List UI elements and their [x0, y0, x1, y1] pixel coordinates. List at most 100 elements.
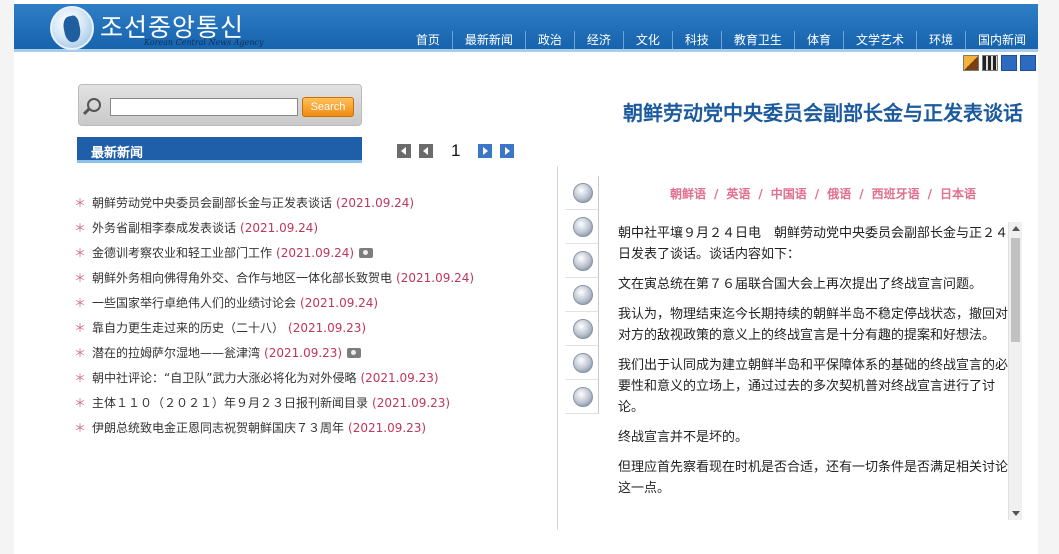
article-paragraph: 终战宣言并不是坏的。 — [618, 430, 749, 445]
news-title[interactable]: 靠自力更生走过来的历史（二十八） — [92, 319, 284, 336]
article-tools — [565, 176, 599, 414]
list-item: ＊靠自力更生走过来的历史（二十八） (2021.09.23) — [74, 319, 367, 336]
nav-literature-art[interactable]: 文学艺术 — [842, 31, 916, 49]
audio-icon — [573, 285, 593, 305]
news-title[interactable]: 朝鲜劳动党中央委员会副部长金与正发表谈话 — [92, 194, 332, 211]
list-item: ＊朝鲜劳动党中央委员会副部长金与正发表谈话 (2021.09.24) — [74, 194, 415, 211]
search-input[interactable] — [110, 98, 298, 116]
search-button[interactable]: Search — [302, 97, 354, 117]
news-title[interactable]: 金德训考察农业和轻工业部门工作 — [92, 244, 272, 261]
news-date: (2021.09.23) — [264, 345, 343, 360]
latest-news-heading: 最新新闻 — [77, 137, 362, 163]
lang-japanese[interactable]: 日本语 — [940, 187, 976, 201]
article-scrollbar[interactable] — [1008, 222, 1022, 520]
photo-icon — [573, 217, 593, 237]
news-date: (2021.09.24) — [300, 295, 379, 310]
list-item: ＊朝鲜外务相向佛得角外交、合作与地区一体化部长致贺电 (2021.09.24) — [74, 269, 475, 286]
user-icon — [573, 353, 593, 373]
next-page-button[interactable] — [478, 144, 493, 158]
nav-science[interactable]: 科技 — [671, 31, 721, 49]
first-page-button[interactable] — [397, 144, 411, 158]
list-item: ＊朝中社评论：“自卫队”武力大涨必将化为对外侵略 (2021.09.23) — [74, 369, 439, 386]
copy-icon — [573, 183, 593, 203]
movie-icon[interactable] — [982, 55, 998, 71]
article-paragraph: 但理应首先察看现在时机是否合适，还有一切条件是否满足相关讨论这一点。 — [618, 460, 1008, 496]
camera-tool[interactable] — [565, 244, 599, 278]
scroll-up-icon[interactable] — [1001, 55, 1017, 71]
scroll-down-icon[interactable] — [1020, 55, 1036, 71]
prev-page-button[interactable] — [419, 144, 433, 158]
current-page: 1 — [451, 141, 461, 160]
camera-icon — [573, 251, 593, 271]
lang-english[interactable]: 英语 — [726, 187, 750, 201]
main-nav: 首页 最新新闻 政治 经济 文化 科技 教育卫生 体育 文学艺术 环境 国内新闻 — [404, 28, 1038, 52]
news-list: ＊朝鲜劳动党中央委员会副部长金与正发表谈话 (2021.09.24) ＊外务省副相… — [74, 190, 554, 440]
list-item: ＊外务省副相李泰成发表谈话 (2021.09.24) — [74, 219, 319, 236]
article-paragraph: 我认为，物理结束迄今长期持续的朝鲜半岛不稳定停战状态，撤回对对方的敌视政策的意义… — [618, 307, 1008, 343]
news-date: (2021.09.24) — [276, 245, 355, 260]
column-divider — [557, 166, 558, 530]
photo-tool[interactable] — [565, 210, 599, 244]
list-item: ＊主体１１０（２０２１）年９月２３日报刊新闻目录 (2021.09.23) — [74, 394, 451, 411]
lang-russian[interactable]: 俄语 — [827, 187, 851, 201]
news-date: (2021.09.23) — [360, 370, 439, 385]
top-icon-bar — [963, 55, 1036, 71]
user-tool[interactable] — [565, 346, 599, 380]
news-title[interactable]: 朝鲜外务相向佛得角外交、合作与地区一体化部长致贺电 — [92, 269, 392, 286]
person-icon — [573, 319, 593, 339]
camera-icon — [347, 347, 362, 358]
nav-latest-news[interactable]: 最新新闻 — [451, 31, 525, 49]
search-box: Search — [78, 84, 362, 126]
news-date: (2021.09.23) — [372, 395, 451, 410]
nav-politics[interactable]: 政治 — [524, 31, 574, 49]
nav-sports[interactable]: 体育 — [793, 31, 843, 49]
news-title[interactable]: 伊朗总统致电金正恩同志祝贺朝鲜国庆７３周年 — [92, 419, 344, 436]
hand-icon — [573, 387, 593, 407]
person-tool[interactable] — [565, 312, 599, 346]
nav-economy[interactable]: 经济 — [573, 31, 623, 49]
news-title[interactable]: 外务省副相李泰成发表谈话 — [92, 219, 236, 236]
scroll-down-arrow-icon[interactable] — [1012, 511, 1020, 516]
latest-news-heading-label: 最新新闻 — [91, 146, 144, 161]
news-date: (2021.09.24) — [396, 270, 475, 285]
article-title: 朝鲜劳动党中央委员会副部长金与正发表谈话 — [623, 101, 1023, 125]
news-title[interactable]: 朝中社评论：“自卫队”武力大涨必将化为对外侵略 — [92, 369, 356, 386]
lang-korean[interactable]: 朝鲜语 — [670, 187, 706, 201]
camera-icon — [359, 247, 374, 258]
pager: 1 — [397, 141, 515, 160]
copy-tool[interactable] — [565, 176, 599, 210]
news-date: (2021.09.24) — [336, 195, 415, 210]
lang-spanish[interactable]: 西班牙语 — [872, 187, 920, 201]
news-date: (2021.09.23) — [288, 320, 367, 335]
article-paragraph: 文在寅总统在第７６届联合国大会上再次提出了终战宣言问题。 — [618, 277, 983, 292]
korea-map-icon — [61, 14, 83, 44]
article-paragraph: 朝中社平壤９月２４日电 朝鲜劳动党中央委员会副部长金与正２４日发表了谈话。谈话内… — [618, 226, 1008, 262]
search-icon — [87, 98, 101, 112]
scrollbar-thumb[interactable] — [1011, 238, 1020, 342]
news-date: (2021.09.23) — [348, 420, 427, 435]
news-date: (2021.09.24) — [240, 220, 319, 235]
nav-culture[interactable]: 文化 — [622, 31, 672, 49]
article-body: 朝中社平壤９月２４日电 朝鲜劳动党中央委员会副部长金与正２４日发表了谈话。谈话内… — [618, 223, 1008, 519]
news-title[interactable]: 潜在的拉姆萨尔湿地——瓮津湾 — [92, 344, 260, 361]
scroll-up-arrow-icon[interactable] — [1012, 226, 1020, 231]
nav-domestic-news[interactable]: 国内新闻 — [964, 31, 1038, 49]
list-item: ＊一些国家举行卓绝伟人们的业绩讨论会 (2021.09.24) — [74, 294, 379, 311]
list-item: ＊金德训考察农业和轻工业部门工作 (2021.09.24) — [74, 240, 554, 265]
home-icon[interactable] — [963, 55, 979, 71]
audio-tool[interactable] — [565, 278, 599, 312]
last-page-button[interactable] — [500, 144, 515, 158]
site-subtitle: Korean Central News Agency — [144, 38, 264, 47]
nav-education-health[interactable]: 教育卫生 — [720, 31, 794, 49]
kcna-logo[interactable] — [50, 6, 94, 50]
list-item: ＊潜在的拉姆萨尔湿地——瓮津湾 (2021.09.23) — [74, 340, 554, 365]
page: 조선중앙통신 Korean Central News Agency 首页 最新新… — [14, 0, 1038, 554]
nav-environment[interactable]: 环境 — [915, 31, 965, 49]
news-title[interactable]: 一些国家举行卓绝伟人们的业绩讨论会 — [92, 294, 296, 311]
language-bar: 朝鲜语 / 英语 / 中国语 / 俄语 / 西班牙语 / 日本语 — [669, 187, 977, 201]
lang-chinese[interactable]: 中国语 — [771, 187, 807, 201]
hand-tool[interactable] — [565, 380, 599, 414]
article-paragraph: 我们出于认同成为建立朝鲜半岛和平保障体系的基础的终战宣言的必要性和意义的立场上，… — [618, 358, 1008, 415]
news-title[interactable]: 主体１１０（２０２１）年９月２３日报刊新闻目录 — [92, 394, 368, 411]
nav-home[interactable]: 首页 — [404, 31, 452, 49]
